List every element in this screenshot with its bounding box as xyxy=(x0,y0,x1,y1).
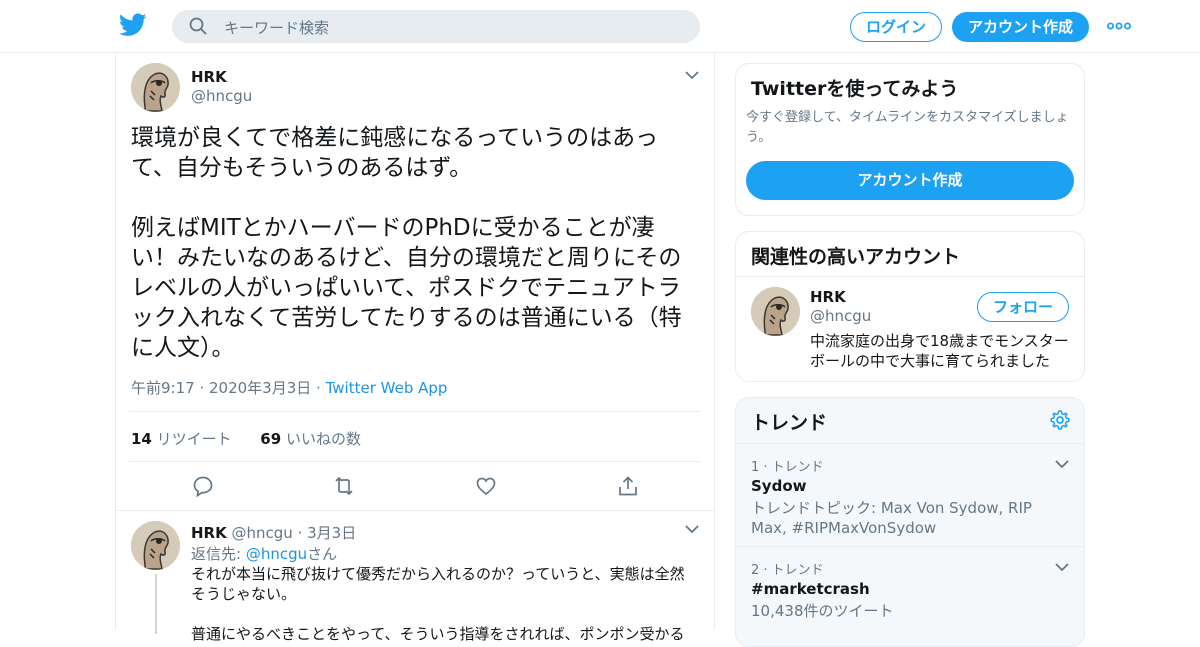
tweet-meta: 午前9:17 · 2020年3月3日 · Twitter Web App xyxy=(131,377,447,398)
reply-to-prefix: 返信先: xyxy=(191,545,242,563)
tweet-stats: 14 リツイート 69 いいねの数 xyxy=(131,428,361,449)
follow-button[interactable]: フォロー xyxy=(977,292,1069,322)
trend-item[interactable]: 1 · トレンド Sydow トレンドトピック: Max Von Sydow, … xyxy=(736,443,1084,546)
like-label: いいねの数 xyxy=(285,430,361,448)
chevron-down-icon[interactable] xyxy=(1055,562,1069,572)
divider xyxy=(129,461,700,462)
trend-name[interactable]: #marketcrash xyxy=(751,580,870,598)
search-icon xyxy=(189,17,207,35)
reply-to-handle[interactable]: @hncgu xyxy=(246,545,307,563)
trend-description: トレンドトピック: Max Von Sydow, RIP Max, #RIPMa… xyxy=(751,499,1032,537)
chevron-down-icon[interactable] xyxy=(685,524,699,534)
avatar[interactable] xyxy=(751,287,800,336)
trend-item[interactable]: 2 · トレンド #marketcrash 10,438件のツイート xyxy=(736,546,1084,646)
reply-to-line: 返信先: @hncguさん xyxy=(191,543,337,564)
login-button[interactable]: ログイン xyxy=(850,12,942,42)
search-input[interactable] xyxy=(222,10,686,45)
avatar[interactable] xyxy=(131,63,180,112)
tweet-text: 環境が良くてで格差に鈍感になるっていうのはあって、自分もそういうのあるはず。 例… xyxy=(131,125,682,361)
top-navigation-bar: ログイン アカウント作成 xyxy=(0,0,1200,53)
trend-name[interactable]: Sydow xyxy=(751,477,806,495)
more-dots-icon[interactable] xyxy=(1107,20,1131,32)
reply-icon[interactable] xyxy=(192,475,214,497)
chevron-down-icon[interactable] xyxy=(1055,459,1069,469)
thread-line xyxy=(155,574,157,634)
divider xyxy=(129,411,700,412)
chevron-down-icon[interactable] xyxy=(685,70,699,80)
related-card-title: 関連性の高いアカウント xyxy=(751,246,961,268)
related-accounts-card: 関連性の高いアカウント HRK @hncgu フォロー 中流家庭の出身で18歳ま… xyxy=(735,231,1085,382)
share-icon[interactable] xyxy=(617,475,639,497)
tweet-timestamp[interactable]: 午前9:17 · 2020年3月3日 xyxy=(131,379,311,397)
twitter-bird-icon[interactable] xyxy=(119,13,147,37)
related-account-bio: 中流家庭の出身で18歳までモンスターボールの中で大事に育てられました xyxy=(810,332,1069,370)
eye-of-horus-avatar-icon xyxy=(131,63,180,112)
signup-card-button[interactable]: アカウント作成 xyxy=(746,161,1074,200)
reply-author-name[interactable]: HRK xyxy=(191,524,227,542)
avatar[interactable] xyxy=(131,521,180,570)
divider xyxy=(736,276,1084,277)
gear-icon[interactable] xyxy=(1049,409,1071,431)
reply-to-suffix: さん xyxy=(307,545,338,563)
related-account-name[interactable]: HRK xyxy=(810,288,846,306)
retweet-stat[interactable]: 14 リツイート xyxy=(131,430,232,448)
like-stat[interactable]: 69 いいねの数 xyxy=(260,430,361,448)
retweet-count: 14 xyxy=(131,430,152,448)
reply-date[interactable]: · 3月3日 xyxy=(298,524,357,542)
signup-button[interactable]: アカウント作成 xyxy=(952,12,1089,42)
eye-of-horus-avatar-icon xyxy=(751,287,800,336)
trend-rank: 1 · トレンド xyxy=(751,460,824,475)
retweet-icon[interactable] xyxy=(333,475,355,497)
signup-card: Twitterを使ってみよう 今すぐ登録して、タイムラインをカスタマイズしましょ… xyxy=(735,63,1085,216)
signup-card-title: Twitterを使ってみよう xyxy=(751,78,959,100)
reply-text: それが本当に飛び抜けて優秀だから入れるのか？っていうと、実態は全然そうじゃない。… xyxy=(191,565,685,643)
trend-description: 10,438件のツイート xyxy=(751,602,894,620)
reply-header: HRK @hncgu · 3月3日 xyxy=(191,522,356,543)
tweet-app-link[interactable]: Twitter Web App xyxy=(326,379,448,397)
author-handle[interactable]: @hncgu xyxy=(191,87,252,105)
author-name[interactable]: HRK xyxy=(191,68,227,86)
divider xyxy=(116,510,714,511)
reply-author-handle[interactable]: @hncgu xyxy=(232,524,293,542)
retweet-label: リツイート xyxy=(156,430,232,448)
like-icon[interactable] xyxy=(475,475,497,497)
related-account-handle[interactable]: @hncgu xyxy=(810,307,871,325)
tweet-column: HRK @hncgu 環境が良くてで格差に鈍感になるっていうのはあって、自分もそ… xyxy=(115,53,715,643)
eye-of-horus-avatar-icon xyxy=(131,521,180,570)
like-count: 69 xyxy=(260,430,282,448)
meta-separator: · xyxy=(316,379,321,397)
trends-card-title: トレンド xyxy=(751,412,828,434)
search-box[interactable] xyxy=(172,10,700,45)
signup-card-description: 今すぐ登録して、タイムラインをカスタマイズしましょう。 xyxy=(746,110,1069,145)
trend-rank: 2 · トレンド xyxy=(751,563,824,578)
trends-card: トレンド 1 · トレンド Sydow トレンドトピック: Max Von Sy… xyxy=(735,397,1085,647)
